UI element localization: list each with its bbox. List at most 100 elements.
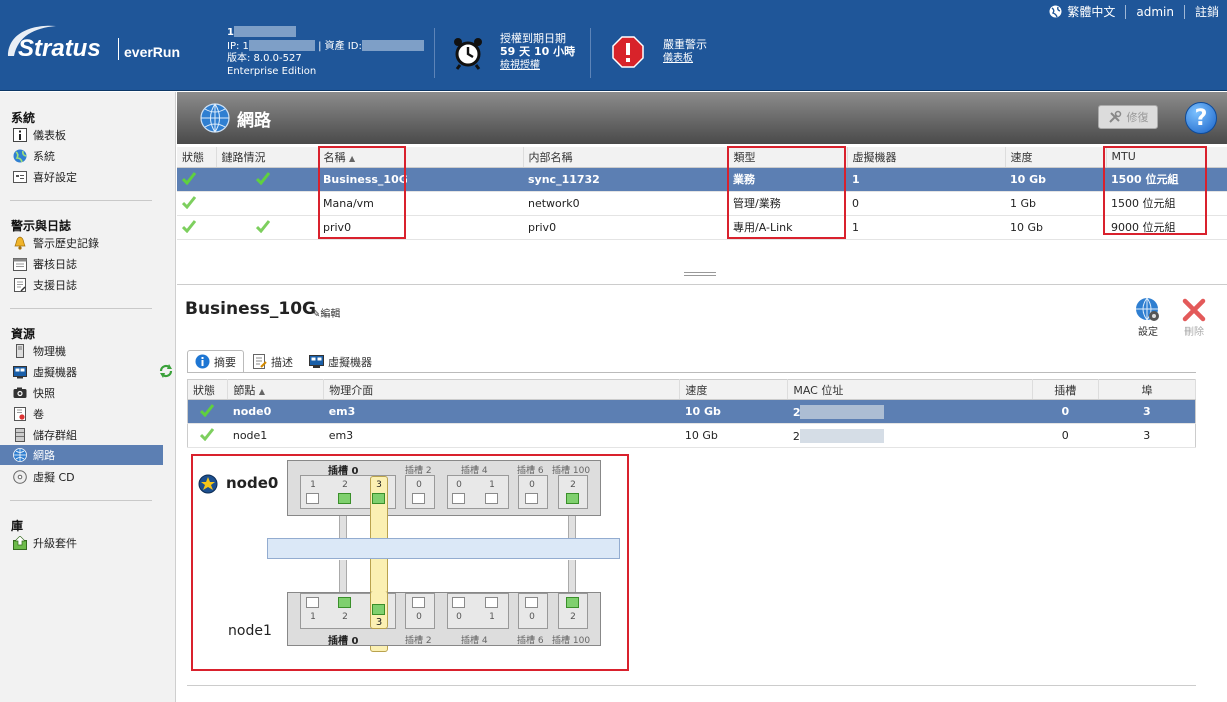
port-icon[interactable] [372, 604, 385, 615]
port-number: 0 [529, 612, 535, 622]
port-number: 0 [416, 480, 422, 490]
user-menu[interactable]: admin [1136, 5, 1174, 19]
port-icon[interactable] [372, 493, 385, 504]
port-icon[interactable] [412, 493, 425, 504]
primary-node-star-icon [198, 474, 218, 494]
network-internal-name: priv0 [523, 215, 728, 240]
sidebar-item-virtual-cd[interactable]: 虛擬 CD [13, 467, 176, 486]
port-icon[interactable] [452, 597, 465, 608]
col-vms[interactable]: 虛擬機器 [847, 147, 1006, 168]
port-icon[interactable] [566, 597, 579, 608]
port-diagram: node0 node1 插槽 0 插槽 2 插槽 4 插槽 6 插槽 100 1… [192, 454, 628, 670]
col-slot[interactable]: 插槽 [1032, 379, 1100, 400]
version-label: 版本: 8.0.0-527 [227, 53, 302, 64]
node-speed: 10 Gb [679, 423, 788, 448]
node0-label: node0 [226, 474, 279, 492]
port-icon[interactable] [452, 493, 465, 504]
network-bus[interactable] [267, 538, 620, 559]
settings-button[interactable]: 設定 [1133, 297, 1163, 338]
sidebar-item-networks[interactable]: 網路 [0, 445, 163, 465]
network-speed: 10 Gb [1005, 167, 1106, 192]
port-icon[interactable] [485, 597, 498, 608]
globe-icon [13, 149, 27, 163]
port-number: 2 [570, 480, 576, 490]
sidebar-item-storage-groups[interactable]: 儲存群組 [13, 425, 176, 444]
connector [568, 560, 576, 592]
table-row[interactable]: node0 em3 10 Gb 2 0 3 [187, 399, 1196, 424]
port-icon[interactable] [525, 597, 538, 608]
port-number: 3 [375, 617, 383, 628]
port-icon[interactable] [485, 493, 498, 504]
edit-button[interactable]: ✎編輯 [312, 305, 340, 320]
table-row[interactable]: node1 em3 10 Gb 2 0 3 [187, 423, 1196, 448]
node-name: node1 [227, 423, 324, 448]
col-link-status[interactable]: 鏈路情況 [216, 147, 319, 168]
port-number: 2 [342, 612, 348, 622]
col-node[interactable]: 節點 ▲ [227, 379, 325, 400]
port-number: 1 [310, 480, 316, 490]
col-speed[interactable]: 速度 [679, 379, 789, 400]
col-internal-name[interactable]: 内部名稱 [523, 147, 729, 168]
port-icon[interactable] [338, 597, 351, 608]
language-selector[interactable]: 繁體中文 [1067, 3, 1115, 20]
pane-splitter[interactable] [684, 272, 716, 276]
sidebar-item-alert-history[interactable]: 警示歷史記錄 [13, 233, 176, 252]
help-button[interactable]: ? [1185, 102, 1217, 134]
link-ok-icon [255, 219, 271, 233]
tab-summary[interactable]: 摘要 [187, 350, 244, 373]
network-internal-name: sync_11732 [523, 167, 728, 192]
sidebar-item-audit-log[interactable]: 審核日誌 [13, 254, 176, 273]
node-slot: 0 [1032, 399, 1099, 424]
port-icon[interactable] [525, 493, 538, 504]
sidebar-item-preferences[interactable]: 喜好設定 [13, 167, 176, 186]
col-mac[interactable]: MAC 位址 [787, 379, 1033, 400]
network-type: 管理/業務 [728, 191, 847, 216]
top-nav: 繁體中文 admin 註銷 [1049, 3, 1219, 20]
view-license-link[interactable]: 檢視授權 [500, 60, 540, 72]
camera-icon [13, 386, 27, 400]
alarm-clock-icon [452, 36, 484, 70]
node1-chassis[interactable]: 1 2 3 0 0 1 0 2 插槽 0 插槽 2 插槽 4 插槽 6 插槽 1… [287, 591, 601, 647]
col-mtu[interactable]: MTU [1106, 147, 1227, 168]
table-row[interactable]: priv0 priv0 專用/A-Link 1 10 Gb 9000 位元組 [177, 215, 1227, 240]
sidebar-item-snapshots[interactable]: 快照 [13, 383, 176, 402]
sidebar-item-dashboard[interactable]: 儀表板 [13, 125, 176, 144]
table-row[interactable]: Business_10G sync_11732 業務 1 10 Gb 1500 … [177, 167, 1227, 192]
sidebar-item-label: 支援日誌 [33, 278, 77, 292]
sidebar-item-virtual-machines[interactable]: 虛擬機器 [13, 362, 176, 381]
sidebar-item-physical-machines[interactable]: 物理機 [13, 341, 176, 360]
logo-product-text: everRun [124, 44, 180, 60]
sidebar-item-volumes[interactable]: 卷 [13, 404, 176, 423]
port-icon[interactable] [338, 493, 351, 504]
repair-button[interactable]: 修復 [1098, 105, 1158, 129]
col-type[interactable]: 類型 [728, 147, 848, 168]
delete-button[interactable]: 刪除 [1179, 297, 1209, 338]
refresh-icon[interactable] [158, 363, 174, 379]
col-speed[interactable]: 速度 [1005, 147, 1107, 168]
port-icon[interactable] [306, 493, 319, 504]
preferences-icon [13, 170, 27, 184]
status-ok-icon [199, 427, 215, 442]
network-vms: 0 [847, 191, 1005, 216]
tab-description[interactable]: 描述 [244, 350, 301, 373]
node0-chassis[interactable]: 插槽 0 插槽 2 插槽 4 插槽 6 插槽 100 1 2 3 0 0 1 0… [287, 460, 601, 652]
tab-virtual-machines[interactable]: 虛擬機器 [301, 350, 380, 373]
sidebar-item-upgrade-kits[interactable]: 升級套件 [13, 533, 176, 552]
port-icon[interactable] [412, 597, 425, 608]
table-row[interactable]: Mana/vm network0 管理/業務 0 1 Gb 1500 位元組 [177, 191, 1227, 216]
port-icon[interactable] [306, 597, 319, 608]
dashboard-link[interactable]: 儀表板 [663, 53, 693, 65]
sidebar-item-label: 網路 [33, 449, 55, 462]
col-status[interactable]: 狀態 [187, 379, 229, 400]
col-port[interactable]: 埠 [1098, 379, 1196, 400]
status-ok-icon [181, 195, 197, 209]
col-physical-interface[interactable]: 物理介面 [323, 379, 681, 400]
col-name[interactable]: 名稱 ▲ [318, 147, 524, 168]
logout-link[interactable]: 註銷 [1195, 3, 1219, 20]
detail-tabs: 摘要 描述 虛擬機器 [187, 350, 380, 373]
network-globe-icon [13, 448, 27, 462]
sidebar-item-support-log[interactable]: 支援日誌 [13, 275, 176, 294]
port-icon[interactable] [566, 493, 579, 504]
col-status[interactable]: 狀態 [177, 147, 217, 168]
sidebar-item-system[interactable]: 系統 [13, 146, 176, 165]
